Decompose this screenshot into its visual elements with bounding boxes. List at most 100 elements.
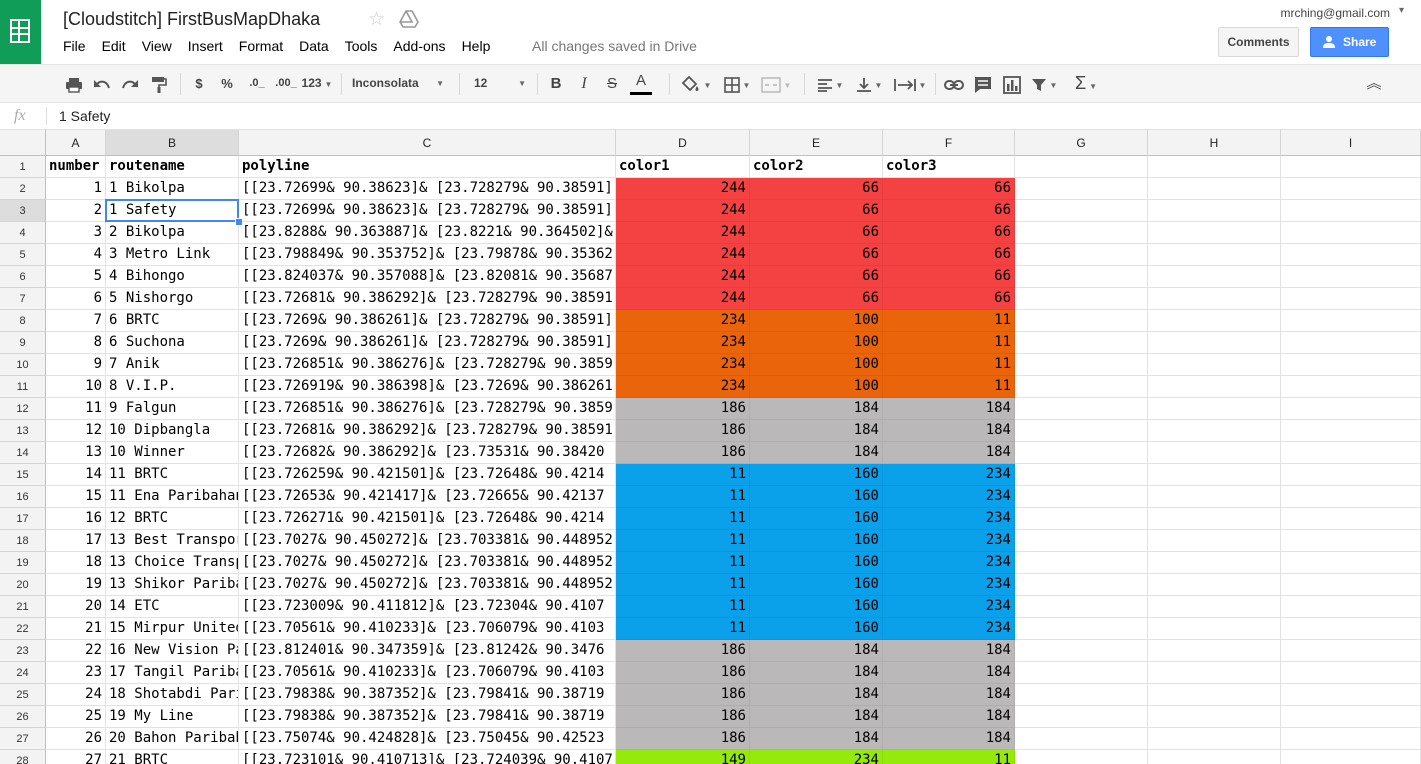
sheets-logo-icon[interactable] bbox=[0, 0, 41, 64]
cell-number[interactable]: 15 bbox=[46, 486, 106, 508]
cell[interactable] bbox=[1281, 684, 1421, 706]
cell[interactable] bbox=[1148, 288, 1281, 310]
cell[interactable] bbox=[1148, 640, 1281, 662]
horizontal-align-button[interactable]: ▼ bbox=[812, 65, 848, 102]
increase-decimal-button[interactable]: .00_ bbox=[272, 65, 300, 102]
cell[interactable] bbox=[1148, 662, 1281, 684]
cell-color1[interactable]: 11 bbox=[616, 486, 750, 508]
cell-routename[interactable]: 11 Ena Paribahan bbox=[106, 486, 239, 508]
cell[interactable] bbox=[1281, 310, 1421, 332]
cell-routename[interactable]: 1 Bikolpa bbox=[106, 178, 239, 200]
text-wrapping-button[interactable]: ▼ bbox=[890, 65, 930, 102]
menu-help[interactable]: Help bbox=[462, 38, 491, 54]
star-icon[interactable]: ☆ bbox=[368, 8, 385, 31]
cell[interactable] bbox=[1015, 200, 1148, 222]
column-header-d[interactable]: D bbox=[616, 130, 750, 156]
cell[interactable] bbox=[1015, 398, 1148, 420]
cell-color1[interactable]: 11 bbox=[616, 618, 750, 640]
redo-icon[interactable] bbox=[118, 65, 142, 102]
cell-color3[interactable]: 184 bbox=[883, 442, 1015, 464]
cell[interactable] bbox=[1281, 420, 1421, 442]
cell[interactable] bbox=[1148, 376, 1281, 398]
cell[interactable] bbox=[1015, 222, 1148, 244]
column-title-color1[interactable]: color1 bbox=[616, 156, 750, 178]
cell[interactable] bbox=[1281, 662, 1421, 684]
filter-button[interactable]: ▼ bbox=[1028, 65, 1060, 102]
cell-polyline[interactable]: [[23.726919& 90.386398]& [23.7269& 90.38… bbox=[239, 376, 616, 398]
cell-number[interactable]: 13 bbox=[46, 442, 106, 464]
comments-button[interactable]: Comments bbox=[1218, 27, 1299, 57]
text-color-button[interactable]: A bbox=[627, 65, 655, 102]
cell-polyline[interactable]: [[23.72653& 90.421417]& [23.72665& 90.42… bbox=[239, 486, 616, 508]
cell-color3[interactable]: 184 bbox=[883, 640, 1015, 662]
decrease-decimal-button[interactable]: .0_ bbox=[244, 65, 270, 102]
row-header[interactable]: 20 bbox=[0, 574, 46, 596]
cell-number[interactable]: 20 bbox=[46, 596, 106, 618]
column-title-routename[interactable]: routename bbox=[106, 156, 239, 178]
cell[interactable] bbox=[1148, 508, 1281, 530]
menu-add-ons[interactable]: Add-ons bbox=[393, 38, 445, 54]
row-header[interactable]: 13 bbox=[0, 420, 46, 442]
cell[interactable] bbox=[1015, 376, 1148, 398]
cell-color1[interactable]: 234 bbox=[616, 310, 750, 332]
cell-color3[interactable]: 184 bbox=[883, 706, 1015, 728]
cell-color3[interactable]: 66 bbox=[883, 178, 1015, 200]
cell-routename[interactable]: 6 Suchona bbox=[106, 332, 239, 354]
cell-color1[interactable]: 244 bbox=[616, 288, 750, 310]
cell[interactable] bbox=[1281, 728, 1421, 750]
cell[interactable] bbox=[1015, 310, 1148, 332]
cell[interactable] bbox=[1281, 442, 1421, 464]
cell-number[interactable]: 24 bbox=[46, 684, 106, 706]
merge-cells-button[interactable]: ▼ bbox=[756, 65, 796, 102]
cell-number[interactable]: 10 bbox=[46, 376, 106, 398]
menu-edit[interactable]: Edit bbox=[102, 38, 126, 54]
cell-number[interactable]: 2 bbox=[46, 200, 106, 222]
cell-routename[interactable]: 17 Tangil Paribahan bbox=[106, 662, 239, 684]
row-header[interactable]: 1 bbox=[0, 156, 46, 178]
cell-polyline[interactable]: [[23.798849& 90.353752]& [23.79878& 90.3… bbox=[239, 244, 616, 266]
cell-color2[interactable]: 100 bbox=[750, 354, 883, 376]
cell-routename[interactable]: 11 BRTC bbox=[106, 464, 239, 486]
cell-color2[interactable]: 184 bbox=[750, 398, 883, 420]
row-header[interactable]: 14 bbox=[0, 442, 46, 464]
cell-number[interactable]: 9 bbox=[46, 354, 106, 376]
cell[interactable] bbox=[1281, 200, 1421, 222]
cell[interactable] bbox=[1015, 420, 1148, 442]
cell-polyline[interactable]: [[23.7027& 90.450272]& [23.703381& 90.44… bbox=[239, 530, 616, 552]
cell-routename[interactable]: 21 BRTC bbox=[106, 750, 239, 764]
cell-routename[interactable]: 10 Winner bbox=[106, 442, 239, 464]
cell[interactable] bbox=[1015, 354, 1148, 376]
row-header[interactable]: 23 bbox=[0, 640, 46, 662]
cell-polyline[interactable]: [[23.812401& 90.347359]& [23.81242& 90.3… bbox=[239, 640, 616, 662]
cell-polyline[interactable]: [[23.72681& 90.386292]& [23.728279& 90.3… bbox=[239, 288, 616, 310]
borders-button[interactable]: ▼ bbox=[720, 65, 754, 102]
cell[interactable] bbox=[1148, 464, 1281, 486]
row-header[interactable]: 3 bbox=[0, 200, 46, 222]
cell-color3[interactable]: 66 bbox=[883, 200, 1015, 222]
cell-color2[interactable]: 66 bbox=[750, 266, 883, 288]
row-header[interactable]: 9 bbox=[0, 332, 46, 354]
cell[interactable] bbox=[1281, 156, 1421, 178]
row-header[interactable]: 4 bbox=[0, 222, 46, 244]
cell-polyline[interactable]: [[23.70561& 90.410233]& [23.706079& 90.4… bbox=[239, 618, 616, 640]
cell-color3[interactable]: 234 bbox=[883, 596, 1015, 618]
cell-number[interactable]: 7 bbox=[46, 310, 106, 332]
font-family-select[interactable]: Inconsolata ▼ bbox=[352, 65, 448, 102]
cell[interactable] bbox=[1015, 178, 1148, 200]
cell[interactable] bbox=[1281, 222, 1421, 244]
cell[interactable] bbox=[1148, 552, 1281, 574]
cell-routename[interactable]: 16 New Vision Paribahan bbox=[106, 640, 239, 662]
cell-polyline[interactable]: [[23.723009& 90.411812]& [23.72304& 90.4… bbox=[239, 596, 616, 618]
cell[interactable] bbox=[1281, 266, 1421, 288]
cell-color3[interactable]: 11 bbox=[883, 332, 1015, 354]
cell-color3[interactable]: 234 bbox=[883, 552, 1015, 574]
cell[interactable] bbox=[1148, 530, 1281, 552]
cell-color3[interactable]: 234 bbox=[883, 464, 1015, 486]
cell-polyline[interactable]: [[23.70561& 90.410233]& [23.706079& 90.4… bbox=[239, 662, 616, 684]
cell[interactable] bbox=[1148, 354, 1281, 376]
menu-insert[interactable]: Insert bbox=[188, 38, 223, 54]
cell[interactable] bbox=[1148, 310, 1281, 332]
cell-color1[interactable]: 186 bbox=[616, 684, 750, 706]
cell-color2[interactable]: 100 bbox=[750, 376, 883, 398]
cell-number[interactable]: 23 bbox=[46, 662, 106, 684]
